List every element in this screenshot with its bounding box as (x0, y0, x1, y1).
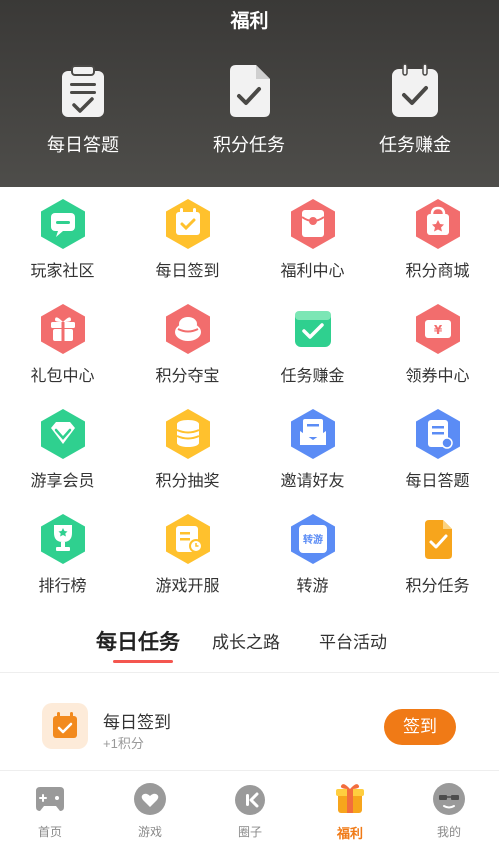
grid-item-label: 每日答题 (405, 473, 470, 490)
tab-daily-tasks[interactable]: 每日任务 (96, 626, 180, 656)
header-banner: 福利 每日答题 积分任务 任务赚金 (0, 0, 499, 187)
gift-icon (40, 304, 85, 354)
grid-item-community[interactable]: 玩家社区 (0, 197, 125, 297)
grid-item-label: 积分任务 (405, 578, 470, 595)
grid-item-coupon-center[interactable]: ¥ 领券中心 (375, 302, 499, 402)
grid-item-label: 转游 (296, 578, 329, 595)
circle-chat-icon (235, 785, 265, 815)
grid-item-task-earn[interactable]: 任务赚金 (250, 302, 375, 402)
grid-item-leaderboard[interactable]: 排行榜 (0, 512, 125, 612)
nav-label: 圈子 (237, 825, 262, 839)
grid-item-label: 游戏开服 (155, 578, 220, 595)
grid-item-points-lottery[interactable]: 积分抽奖 (125, 407, 250, 507)
task-doc-icon (230, 65, 270, 117)
trophy-icon (40, 514, 85, 564)
points-task-icon (424, 520, 452, 559)
grid-item-points-treasure[interactable]: 积分夺宝 (125, 302, 250, 402)
coupon-icon: ¥ (415, 304, 460, 354)
bottom-tab-bar: 首页 游戏 圈子 福利 我的 (0, 770, 499, 843)
grid-item-invite-friends[interactable]: 邀请好友 (250, 407, 375, 507)
grid-item-label: 任务赚金 (280, 368, 345, 385)
top-item-label: 任务赚金 (379, 135, 451, 155)
task-row-daily-signin: 每日签到 +1积分 签到 (0, 690, 499, 766)
coin-stack-icon (165, 409, 210, 459)
nav-games[interactable]: 游戏 (100, 779, 200, 840)
grid-item-label: 礼包中心 (30, 368, 95, 385)
signin-button[interactable]: 签到 (384, 709, 456, 745)
nav-profile[interactable]: 我的 (399, 779, 499, 840)
grid-item-vip[interactable]: 游享会员 (0, 407, 125, 507)
red-envelope-icon (290, 199, 335, 249)
invite-mail-icon (290, 409, 335, 459)
grid-item-welfare-center[interactable]: 福利中心 (250, 197, 375, 297)
grid-item-label: 积分夺宝 (155, 368, 220, 385)
vip-diamond-icon (40, 409, 85, 459)
top-item-label: 每日答题 (47, 135, 119, 155)
grid-item-label: 每日签到 (155, 263, 220, 280)
nav-label: 福利 (336, 826, 363, 841)
gift-box-icon (336, 784, 364, 813)
divider (0, 672, 499, 673)
task-tabs: 每日任务 成长之路 平台活动 (0, 628, 499, 672)
grid-item-label: 邀请好友 (280, 473, 345, 490)
top-item-task-earn[interactable]: 任务赚金 (332, 63, 498, 157)
calendar-check-icon (165, 199, 210, 249)
grid-item-label: 领券中心 (405, 368, 470, 385)
top-item-points-task[interactable]: 积分任务 (166, 63, 332, 157)
grid-item-label: 积分抽奖 (155, 473, 220, 490)
grid-item-label: 玩家社区 (30, 263, 95, 280)
tab-growth-path[interactable]: 成长之路 (212, 628, 280, 653)
treasure-icon (165, 304, 210, 354)
grid-item-points-mall[interactable]: 积分商城 (375, 197, 499, 297)
quiz-doc-icon (415, 409, 460, 459)
gamepad-home-icon (36, 787, 64, 811)
server-clock-icon (165, 514, 210, 564)
transfer-game-icon: 转游 (290, 514, 335, 564)
grid-item-game-launch[interactable]: 游戏开服 (125, 512, 250, 612)
calendar-check-icon (53, 712, 77, 738)
grid-item-label: 排行榜 (38, 578, 87, 595)
quiz-icon (62, 65, 104, 117)
tab-platform-events[interactable]: 平台活动 (319, 628, 387, 653)
grid-item-daily-quiz[interactable]: 每日答题 (375, 407, 499, 507)
grid-item-daily-signin[interactable]: 每日签到 (125, 197, 250, 297)
shop-bag-icon (415, 199, 460, 249)
nav-label: 首页 (37, 825, 62, 839)
task-reward: +1积分 (103, 736, 144, 751)
avatar-glasses-icon (433, 783, 465, 815)
grid-item-gift-center[interactable]: 礼包中心 (0, 302, 125, 402)
grid-item-points-task[interactable]: 积分任务 (375, 512, 499, 612)
grid-item-label: 游享会员 (30, 473, 95, 490)
community-icon (40, 199, 85, 249)
clipboard-check-icon (392, 63, 438, 117)
game-heart-icon (134, 783, 166, 815)
top-item-label: 积分任务 (213, 135, 285, 155)
nav-label: 我的 (436, 825, 461, 839)
task-icon-container (42, 703, 88, 749)
page-title: 福利 (230, 11, 269, 32)
task-check-icon (294, 311, 331, 347)
active-tab-indicator (113, 660, 173, 663)
grid-item-transfer-game[interactable]: 转游 转游 (250, 512, 375, 612)
grid-item-label: 福利中心 (280, 263, 345, 280)
task-name: 每日签到 (103, 713, 171, 732)
nav-home[interactable]: 首页 (0, 779, 100, 840)
svg-text:¥: ¥ (433, 323, 442, 337)
top-item-quiz[interactable]: 每日答题 (0, 63, 166, 157)
grid-item-label: 积分商城 (405, 263, 470, 280)
nav-circle[interactable]: 圈子 (200, 779, 300, 840)
svg-text:转游: 转游 (303, 533, 323, 546)
nav-welfare[interactable]: 福利 (300, 779, 400, 842)
nav-label: 游戏 (137, 825, 162, 839)
